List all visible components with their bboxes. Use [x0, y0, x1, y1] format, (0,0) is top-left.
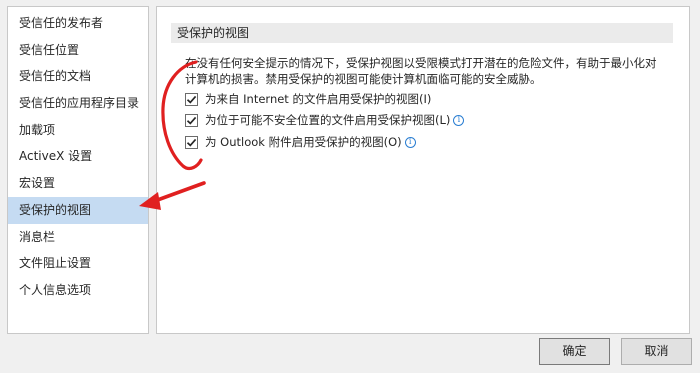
check-icon: [186, 116, 197, 125]
info-icon[interactable]: i: [453, 114, 465, 126]
option-label-unsafe-locations[interactable]: 为位于可能不安全位置的文件启用受保护视图(L): [205, 112, 450, 128]
ok-button[interactable]: 确定: [539, 338, 610, 365]
info-icon[interactable]: i: [404, 136, 416, 148]
check-icon: [186, 95, 197, 104]
sidebar-item-add-ins[interactable]: 加载项: [8, 117, 148, 144]
section-title: 受保护的视图: [171, 23, 673, 43]
sidebar-item-trusted-documents[interactable]: 受信任的文档: [8, 63, 148, 90]
sidebar-item-protected-view[interactable]: 受保护的视图: [8, 196, 148, 224]
trust-center-sidebar: 受信任的发布者 受信任位置 受信任的文档 受信任的应用程序目录 加载项 Acti…: [7, 6, 149, 334]
sidebar-item-activex-settings[interactable]: ActiveX 设置: [8, 143, 148, 170]
sidebar-item-message-bar[interactable]: 消息栏: [8, 224, 148, 251]
cancel-button[interactable]: 取消: [621, 338, 692, 365]
sidebar-item-macro-settings[interactable]: 宏设置: [8, 170, 148, 197]
checkbox-outlook-attachments[interactable]: [185, 135, 198, 149]
sidebar-item-trusted-publishers[interactable]: 受信任的发布者: [8, 10, 148, 37]
sidebar-item-trusted-locations[interactable]: 受信任位置: [8, 37, 148, 64]
checkbox-unsafe-locations[interactable]: [185, 113, 198, 127]
option-unsafe-locations[interactable]: 为位于可能不安全位置的文件启用受保护视图(L) i: [185, 111, 465, 129]
sidebar-item-file-block-settings[interactable]: 文件阻止设置: [8, 250, 148, 277]
option-internet-files[interactable]: 为来自 Internet 的文件启用受保护的视图(I): [185, 90, 431, 108]
option-label-outlook-attachments[interactable]: 为 Outlook 附件启用受保护的视图(O): [205, 134, 402, 150]
checkbox-internet-files[interactable]: [185, 92, 198, 106]
sidebar-item-trusted-app-catalogs[interactable]: 受信任的应用程序目录: [8, 90, 148, 117]
description-line-1: 在没有任何安全提示的情况下，受保护视图以受限模式打开潜在的危险文件，有助于最小化…: [185, 56, 657, 70]
option-label-internet-files[interactable]: 为来自 Internet 的文件启用受保护的视图(I): [205, 91, 431, 107]
sidebar-item-privacy-options[interactable]: 个人信息选项: [8, 277, 148, 304]
protected-view-panel: 受保护的视图 在没有任何安全提示的情况下，受保护视图以受限模式打开潜在的危险文件…: [156, 6, 690, 334]
option-outlook-attachments[interactable]: 为 Outlook 附件启用受保护的视图(O) i: [185, 133, 416, 151]
description-line-2: 计算机的损害。禁用受保护的视图可能使计算机面临可能的安全威胁。: [185, 72, 542, 86]
protected-view-description: 在没有任何安全提示的情况下，受保护视图以受限模式打开潜在的危险文件，有助于最小化…: [185, 55, 677, 87]
check-icon: [186, 138, 197, 147]
